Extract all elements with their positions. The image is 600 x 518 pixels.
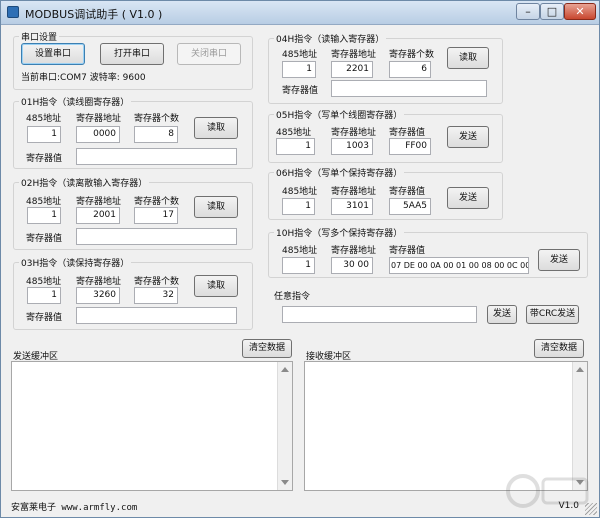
reg-addr-label: 寄存器地址	[331, 50, 377, 60]
reg-count-label: 寄存器个数	[389, 50, 435, 60]
cmd01-reg-value-input[interactable]	[76, 148, 237, 165]
cmd03-reg-count-input[interactable]: 32	[134, 287, 178, 304]
cmd10-reg-addr-input[interactable]: 30 00	[331, 257, 373, 274]
addr485-label: 485地址	[26, 114, 62, 124]
maximize-button[interactable]: □	[540, 3, 564, 20]
cmd06-send-button[interactable]: 发送	[447, 187, 489, 209]
cmd03-read-button[interactable]: 读取	[194, 275, 238, 297]
scroll-up-icon[interactable]	[576, 367, 584, 372]
any-cmd-send-button[interactable]: 发送	[487, 305, 517, 324]
send-buffer-textarea[interactable]	[11, 361, 293, 491]
close-serial-button[interactable]: 关闭串口	[177, 43, 241, 65]
addr485-label: 485地址	[26, 197, 62, 207]
reg-value-label: 寄存器值	[389, 246, 426, 256]
addr485-label: 485地址	[26, 277, 62, 287]
cmd02-reg-value-input[interactable]	[76, 228, 237, 245]
group-title: 06H指令（写单个保持寄存器）	[274, 166, 405, 179]
cmd06-reg-addr-input[interactable]: 3101	[331, 198, 373, 215]
reg-addr-label: 寄存器地址	[331, 187, 377, 197]
cmd01-reg-count-input[interactable]: 8	[134, 126, 178, 143]
cmd01-addr485-input[interactable]: 1	[27, 126, 61, 143]
addr485-label: 485地址	[282, 187, 318, 197]
cmd05-reg-value-input[interactable]: FF00	[389, 138, 431, 155]
reg-count-label: 寄存器个数	[134, 277, 180, 287]
addr485-label: 485地址	[282, 246, 318, 256]
reg-addr-label: 寄存器地址	[76, 277, 122, 287]
serial-status: 当前串口:COM7 波特率: 9600	[21, 73, 146, 83]
cmd10-addr485-input[interactable]: 1	[282, 257, 315, 274]
addr485-label: 485地址	[282, 50, 318, 60]
cmd06-reg-value-input[interactable]: 5AA5	[389, 198, 431, 215]
reg-addr-label: 寄存器地址	[331, 128, 377, 138]
minimize-button[interactable]: –	[516, 3, 540, 20]
cmd05-reg-addr-input[interactable]: 1003	[331, 138, 373, 155]
cmd02-addr485-input[interactable]: 1	[27, 207, 61, 224]
cmd02-reg-addr-input[interactable]: 2001	[76, 207, 120, 224]
group-title: 串口设置	[19, 30, 60, 43]
reg-value-label: 寄存器值	[389, 187, 426, 197]
cmd02-reg-count-input[interactable]: 17	[134, 207, 178, 224]
group-title: 04H指令（读输入寄存器）	[274, 32, 387, 45]
cmd02-read-button[interactable]: 读取	[194, 196, 238, 218]
reg-addr-label: 寄存器地址	[331, 246, 377, 256]
site-watermark-logo	[506, 474, 589, 508]
cmd03-addr485-input[interactable]: 1	[27, 287, 61, 304]
reg-value-label: 寄存器值	[389, 128, 426, 138]
reg-value-label: 寄存器值	[26, 154, 63, 164]
setup-serial-button[interactable]: 设置串口	[21, 43, 85, 65]
status-text: 安富莱电子 www.armfly.com	[11, 503, 138, 513]
cmd03-reg-addr-input[interactable]: 3260	[76, 287, 120, 304]
window-title: MODBUS调试助手 ( V1.0 )	[25, 8, 163, 21]
cmd01-reg-addr-input[interactable]: 0000	[76, 126, 120, 143]
cmd10-send-button[interactable]: 发送	[538, 249, 580, 271]
app-window: MODBUS调试助手 ( V1.0 ) – □ ✕ 串口设置 设置串口 打开串口…	[0, 0, 600, 518]
group-title: 03H指令（读保持寄存器）	[19, 256, 132, 269]
reg-count-label: 寄存器个数	[134, 114, 180, 124]
cmd04-reg-value-input[interactable]	[331, 80, 487, 97]
send-buffer-scrollbar[interactable]	[277, 362, 292, 490]
cmd05-send-button[interactable]: 发送	[447, 126, 489, 148]
close-button[interactable]: ✕	[564, 3, 596, 20]
group-title: 05H指令（写单个线圈寄存器）	[274, 108, 405, 121]
any-cmd-label: 任意指令	[274, 292, 311, 302]
open-serial-button[interactable]: 打开串口	[100, 43, 164, 65]
cmd10-reg-value-input[interactable]: 07 DE 00 0A 00 01 00 08 00 0C 00	[389, 257, 529, 274]
group-title: 10H指令（写多个保持寄存器）	[274, 226, 405, 239]
title-bar[interactable]: MODBUS调试助手 ( V1.0 ) – □ ✕	[1, 1, 599, 25]
cmd05-addr485-input[interactable]: 1	[276, 138, 315, 155]
addr485-label: 485地址	[276, 128, 312, 138]
cmd04-read-button[interactable]: 读取	[447, 47, 489, 69]
clear-send-button[interactable]: 清空数据	[242, 339, 292, 358]
cmd04-addr485-input[interactable]: 1	[282, 61, 316, 78]
reg-value-label: 寄存器值	[26, 313, 63, 323]
reg-value-label: 寄存器值	[282, 86, 319, 96]
scroll-down-icon[interactable]	[281, 480, 289, 485]
group-title: 02H指令（读离散输入寄存器）	[19, 176, 150, 189]
reg-value-label: 寄存器值	[26, 234, 63, 244]
cmd01-read-button[interactable]: 读取	[194, 117, 238, 139]
scroll-up-icon[interactable]	[281, 367, 289, 372]
any-cmd-input[interactable]	[282, 306, 477, 323]
clear-recv-button[interactable]: 清空数据	[534, 339, 584, 358]
cmd04-reg-addr-input[interactable]: 2201	[331, 61, 373, 78]
any-cmd-send-crc-button[interactable]: 带CRC发送	[526, 305, 579, 324]
cmd04-reg-count-input[interactable]: 6	[389, 61, 431, 78]
cmd03-reg-value-input[interactable]	[76, 307, 237, 324]
cmd06-addr485-input[interactable]: 1	[282, 198, 315, 215]
reg-addr-label: 寄存器地址	[76, 197, 122, 207]
reg-count-label: 寄存器个数	[134, 197, 180, 207]
app-icon	[7, 6, 19, 18]
group-title: 01H指令（读线圈寄存器）	[19, 95, 132, 108]
reg-addr-label: 寄存器地址	[76, 114, 122, 124]
